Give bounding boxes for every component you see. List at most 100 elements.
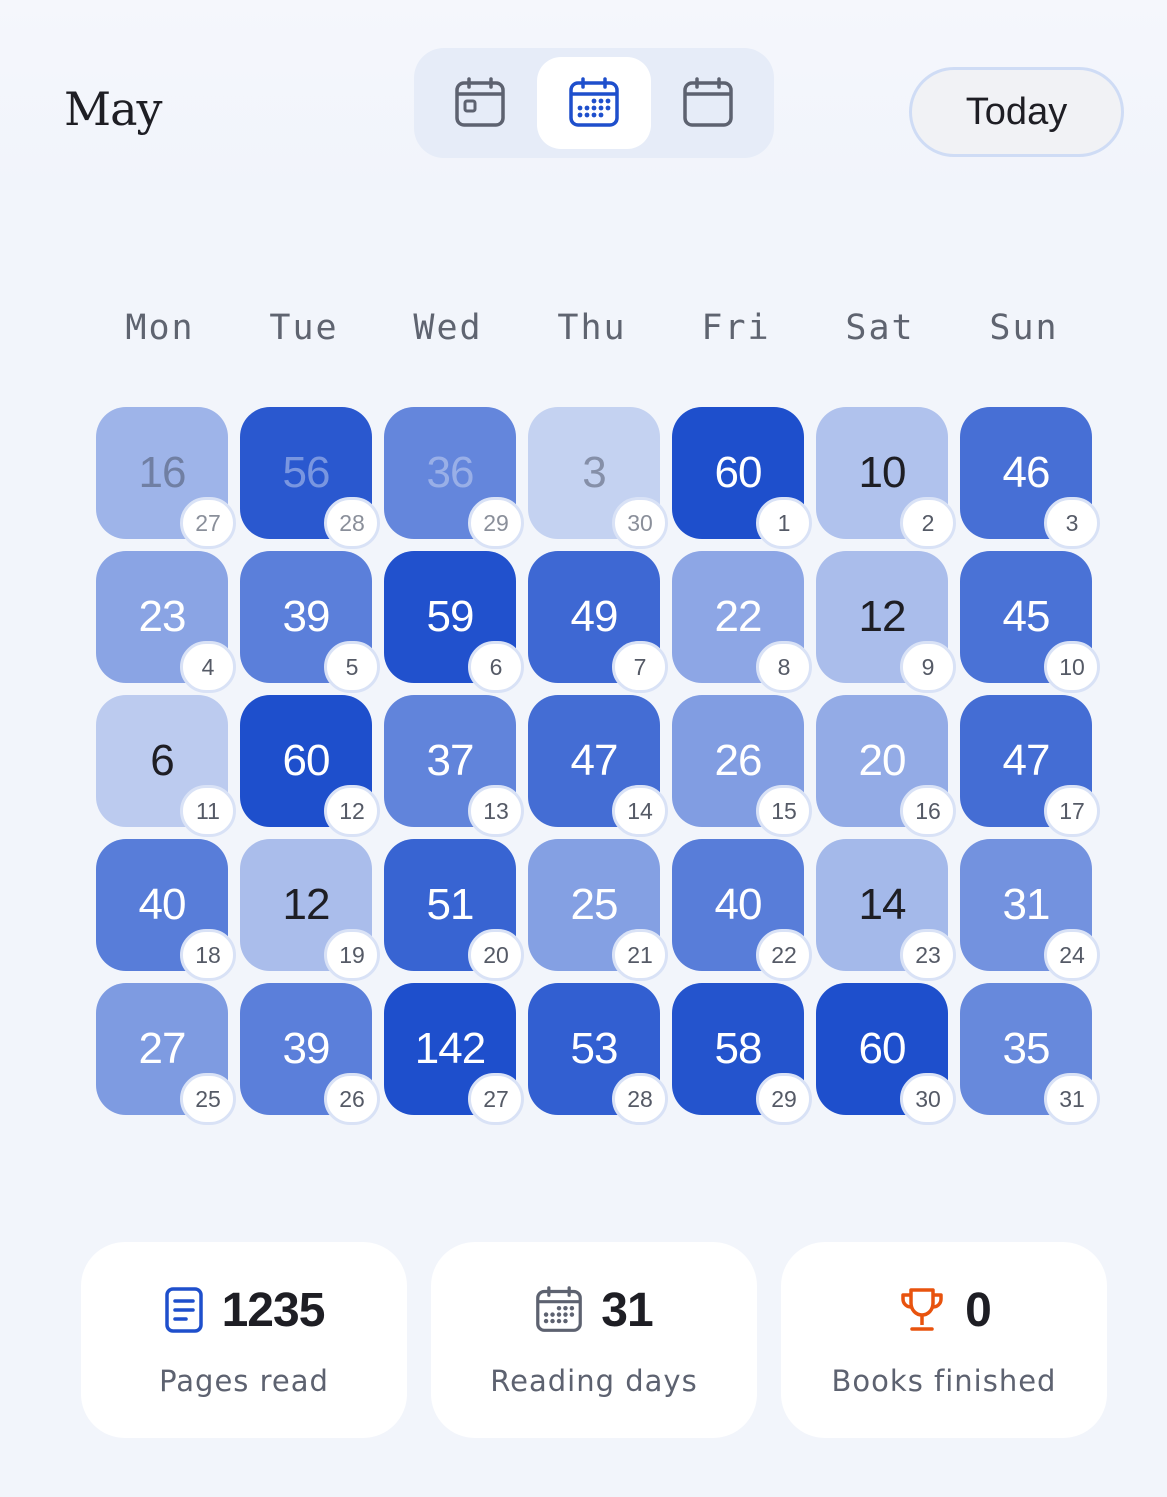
calendar-month-icon (569, 77, 619, 127)
day-view-button[interactable] (423, 57, 537, 149)
day-number-badge: 28 (612, 1073, 668, 1125)
calendar-day-cell[interactable]: 40 18 (96, 839, 236, 981)
calendar-day-icon (455, 77, 505, 127)
day-number-badge: 23 (900, 929, 956, 981)
calendar-day-cell[interactable]: 49 7 (528, 551, 668, 693)
calendar-day-cell[interactable]: 6 11 (96, 695, 236, 837)
year-view-button[interactable] (651, 57, 765, 149)
day-number-badge: 1 (756, 497, 812, 549)
calendar-day-cell[interactable]: 37 13 (384, 695, 524, 837)
view-toggle (414, 48, 774, 158)
day-number-badge: 9 (900, 641, 956, 693)
day-number-badge: 26 (324, 1073, 380, 1125)
weekday-wed: Wed (413, 308, 483, 348)
calendar-day-cell[interactable]: 40 22 (672, 839, 812, 981)
calendar-day-cell[interactable]: 26 15 (672, 695, 812, 837)
calendar-icon (536, 1286, 583, 1332)
calendar-day-cell[interactable]: 10 2 (816, 407, 956, 549)
calendar-day-cell[interactable]: 22 8 (672, 551, 812, 693)
month-title: May (64, 82, 163, 136)
reading-days-label: Reading days (490, 1364, 698, 1398)
day-number-badge: 6 (468, 641, 524, 693)
day-number-badge: 24 (1044, 929, 1100, 981)
calendar-day-cell[interactable]: 47 17 (960, 695, 1100, 837)
day-number-badge: 22 (756, 929, 812, 981)
calendar-day-cell[interactable]: 45 10 (960, 551, 1100, 693)
reading-days-value: 31 (601, 1283, 653, 1337)
day-number-badge: 12 (324, 785, 380, 837)
trophy-icon (901, 1288, 943, 1331)
stat-reading-days: 31 Reading days (431, 1242, 757, 1438)
day-number-badge: 18 (180, 929, 236, 981)
calendar-day-cell[interactable]: 46 3 (960, 407, 1100, 549)
calendar-day-cell[interactable]: 59 6 (384, 551, 524, 693)
calendar-day-cell[interactable]: 142 27 (384, 983, 524, 1125)
day-number-badge: 28 (324, 497, 380, 549)
day-number-badge: 15 (756, 785, 812, 837)
day-number-badge: 19 (324, 929, 380, 981)
calendar-day-cell[interactable]: 51 20 (384, 839, 524, 981)
header: May Today (0, 0, 1167, 190)
weekday-tue: Tue (269, 308, 339, 348)
calendar-blank-icon (683, 77, 733, 127)
calendar-day-cell[interactable]: 35 31 (960, 983, 1100, 1125)
calendar-day-cell[interactable]: 36 29 (384, 407, 524, 549)
document-icon (164, 1287, 203, 1333)
stat-pages-read: 1235 Pages read (81, 1242, 407, 1438)
calendar-day-cell[interactable]: 53 28 (528, 983, 668, 1125)
weekday-header: Mon Tue Wed Thu Fri Sat Sun (88, 308, 1096, 358)
day-number-badge: 16 (900, 785, 956, 837)
calendar-day-cell[interactable]: 47 14 (528, 695, 668, 837)
books-finished-value: 0 (965, 1283, 992, 1337)
day-number-badge: 13 (468, 785, 524, 837)
calendar-day-cell[interactable]: 12 9 (816, 551, 956, 693)
calendar-day-cell[interactable]: 31 24 (960, 839, 1100, 981)
calendar-day-cell[interactable]: 60 30 (816, 983, 956, 1125)
calendar-day-cell[interactable]: 60 1 (672, 407, 812, 549)
day-number-badge: 27 (468, 1073, 524, 1125)
calendar-day-cell[interactable]: 3 30 (528, 407, 668, 549)
day-number-badge: 7 (612, 641, 668, 693)
pages-read-label: Pages read (159, 1364, 329, 1398)
calendar-day-cell[interactable]: 12 19 (240, 839, 380, 981)
day-number-badge: 29 (756, 1073, 812, 1125)
day-number-badge: 25 (180, 1073, 236, 1125)
day-number-badge: 17 (1044, 785, 1100, 837)
calendar-day-cell[interactable]: 25 21 (528, 839, 668, 981)
weekday-fri: Fri (701, 308, 771, 348)
day-number-badge: 27 (180, 497, 236, 549)
weekday-thu: Thu (557, 308, 627, 348)
calendar-day-cell[interactable]: 23 4 (96, 551, 236, 693)
day-number-badge: 10 (1044, 641, 1100, 693)
calendar-day-cell[interactable]: 39 5 (240, 551, 380, 693)
today-button[interactable]: Today (909, 67, 1124, 157)
calendar-day-cell[interactable]: 39 26 (240, 983, 380, 1125)
day-number-badge: 30 (612, 497, 668, 549)
day-number-badge: 31 (1044, 1073, 1100, 1125)
calendar-day-cell[interactable]: 14 23 (816, 839, 956, 981)
day-number-badge: 29 (468, 497, 524, 549)
day-number-badge: 3 (1044, 497, 1100, 549)
calendar-day-cell[interactable]: 27 25 (96, 983, 236, 1125)
pages-read-value: 1235 (221, 1283, 326, 1337)
weekday-sun: Sun (989, 308, 1059, 348)
day-number-badge: 4 (180, 641, 236, 693)
day-number-badge: 30 (900, 1073, 956, 1125)
day-number-badge: 2 (900, 497, 956, 549)
day-number-badge: 8 (756, 641, 812, 693)
calendar-day-cell[interactable]: 56 28 (240, 407, 380, 549)
day-number-badge: 14 (612, 785, 668, 837)
day-number-badge: 20 (468, 929, 524, 981)
weekday-mon: Mon (125, 308, 195, 348)
month-view-button[interactable] (537, 57, 651, 149)
calendar-day-cell[interactable]: 16 27 (96, 407, 236, 549)
day-number-badge: 21 (612, 929, 668, 981)
calendar-day-cell[interactable]: 58 29 (672, 983, 812, 1125)
day-number-badge: 5 (324, 641, 380, 693)
day-number-badge: 11 (180, 785, 236, 837)
stat-books-finished: 0 Books finished (781, 1242, 1107, 1438)
books-finished-label: Books finished (831, 1364, 1057, 1398)
calendar-day-cell[interactable]: 60 12 (240, 695, 380, 837)
calendar-day-cell[interactable]: 20 16 (816, 695, 956, 837)
weekday-sat: Sat (845, 308, 915, 348)
